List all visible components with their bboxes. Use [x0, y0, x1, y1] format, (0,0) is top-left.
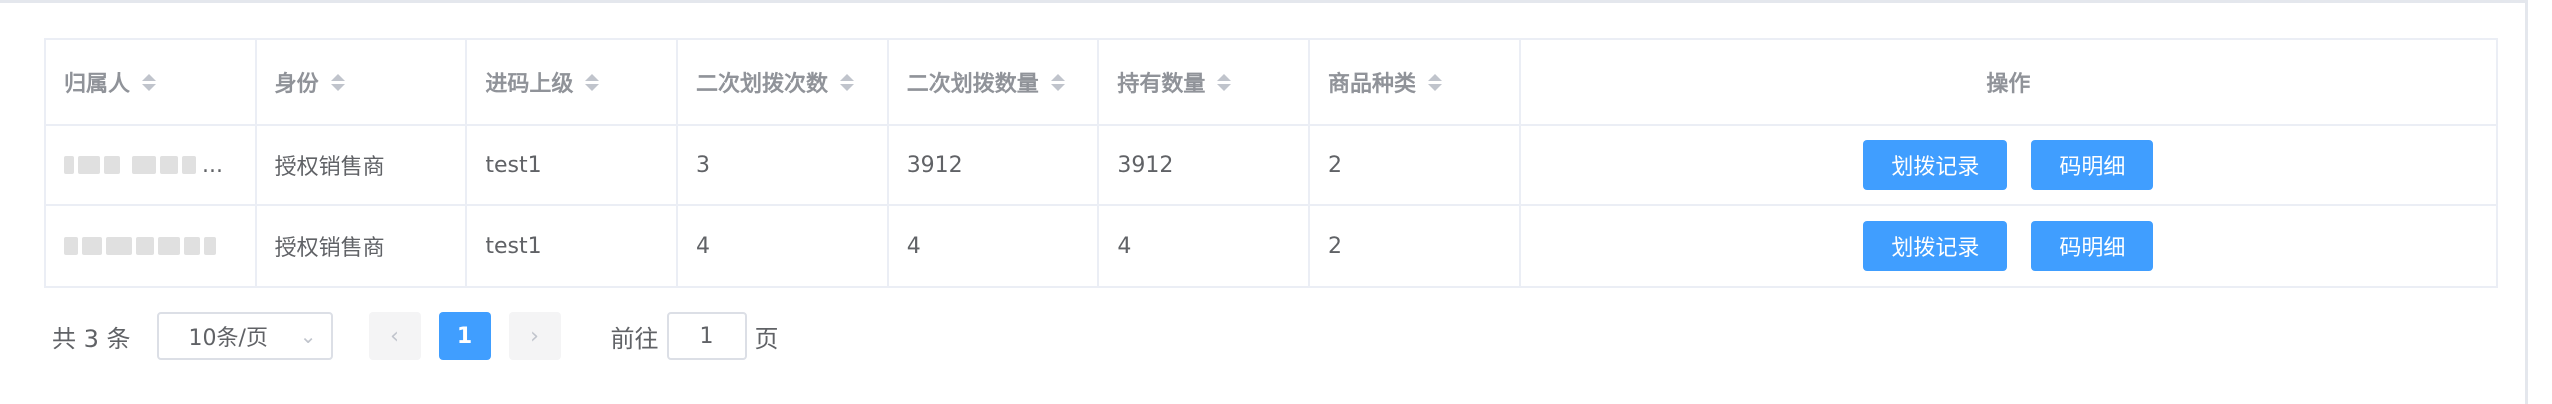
- transfer-records-button[interactable]: 划拨记录: [1863, 221, 2008, 271]
- transfer-quantity-cell: 4: [889, 206, 1100, 286]
- code-detail-button[interactable]: 码明细: [2031, 140, 2154, 190]
- sort-icon[interactable]: [1428, 73, 1443, 91]
- col-header-transfer-count[interactable]: 二次划拨次数: [678, 40, 889, 124]
- actions-cell: 划拨记录 码明细: [1521, 206, 2496, 286]
- col-header-superior[interactable]: 进码上级: [467, 40, 679, 124]
- actions-cell: 划拨记录 码明细: [1521, 126, 2496, 204]
- code-detail-button[interactable]: 码明细: [2031, 221, 2154, 271]
- sort-icon[interactable]: [585, 73, 600, 91]
- pagination: 共 3 条 10条/页 ⌄ ‹ 1 › 前往 页: [52, 310, 779, 362]
- superior-cell: test1: [467, 206, 679, 286]
- kinds-cell: 2: [1310, 206, 1521, 286]
- holding-cell: 3912: [1099, 126, 1311, 204]
- holding-cell: 4: [1099, 206, 1311, 286]
- page-number-current[interactable]: 1: [438, 312, 491, 360]
- chevron-left-icon: ‹: [390, 323, 399, 349]
- col-header-holding[interactable]: 持有数量: [1099, 40, 1311, 124]
- kinds-cell: 2: [1310, 126, 1521, 204]
- sort-icon[interactable]: [1217, 73, 1232, 91]
- col-header-kinds[interactable]: 商品种类: [1310, 40, 1521, 124]
- col-header-actions: 操作: [1986, 72, 2031, 97]
- table-row: ... 授权销售商 test1 3 3912 3912 2 划拨记录 码明细: [46, 126, 2496, 206]
- transfer-count-cell: 3: [678, 126, 889, 204]
- sort-icon[interactable]: [840, 73, 855, 91]
- table-row: 授权销售商 test1 4 4 4 2 划拨记录 码明细: [46, 206, 2496, 286]
- chevron-right-icon: ›: [530, 323, 539, 349]
- prev-page-button[interactable]: ‹: [368, 312, 421, 360]
- owner-cell: ...: [46, 126, 257, 204]
- page-suffix: 页: [754, 324, 779, 353]
- next-page-button[interactable]: ›: [508, 312, 561, 360]
- col-header-transfer-quantity[interactable]: 二次划拨数量: [889, 40, 1100, 124]
- chevron-down-icon: ⌄: [299, 324, 317, 348]
- transfer-records-button[interactable]: 划拨记录: [1863, 140, 2008, 190]
- data-table: 归属人 身份 进码上级 二次划拨次数 二次划拨数量 持有数量 商品种类 操作 .…: [44, 38, 2498, 288]
- sort-icon[interactable]: [330, 73, 345, 91]
- goto-page-input[interactable]: [666, 312, 747, 360]
- redacted-owner-name: [64, 237, 216, 255]
- goto-label: 前往: [610, 324, 659, 353]
- transfer-count-cell: 4: [678, 206, 889, 286]
- sort-icon[interactable]: [1050, 73, 1065, 91]
- superior-cell: test1: [467, 126, 679, 204]
- page-size-select[interactable]: 10条/页 ⌄: [156, 312, 333, 360]
- owner-cell: [46, 206, 257, 286]
- identity-cell: 授权销售商: [257, 126, 468, 204]
- transfer-quantity-cell: 3912: [889, 126, 1100, 204]
- col-header-identity[interactable]: 身份: [257, 40, 468, 124]
- table-header: 归属人 身份 进码上级 二次划拨次数 二次划拨数量 持有数量 商品种类 操作: [46, 40, 2496, 126]
- redacted-owner-name: [64, 156, 196, 174]
- sort-icon[interactable]: [142, 73, 157, 91]
- identity-cell: 授权销售商: [257, 206, 468, 286]
- col-header-owner[interactable]: 归属人: [46, 40, 257, 124]
- total-count: 共 3 条: [52, 324, 131, 353]
